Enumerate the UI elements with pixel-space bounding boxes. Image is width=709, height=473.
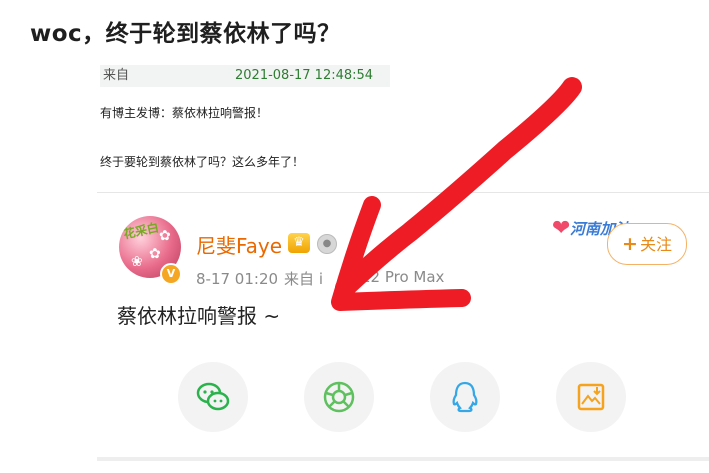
red-arrow-annotation [331,77,582,311]
